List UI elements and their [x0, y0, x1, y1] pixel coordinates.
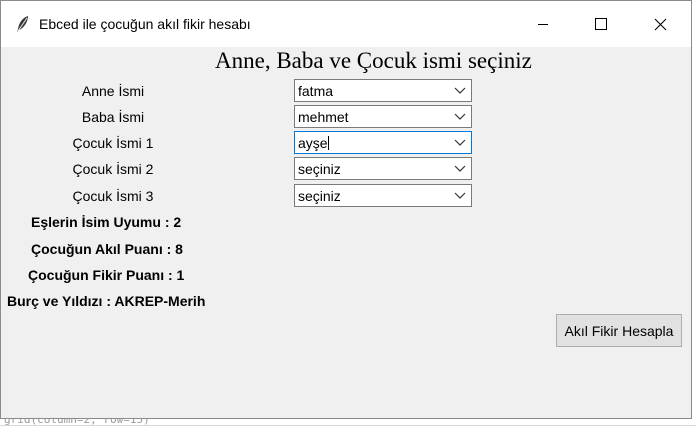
result-akil-puani: Çocuğun Akıl Puanı : 8 — [31, 241, 183, 257]
maximize-icon — [595, 18, 607, 30]
cocuk-ismi-2-combobox[interactable]: seçiniz — [294, 157, 472, 180]
label-baba-ismi: Baba İsmi — [81, 109, 145, 125]
anne-ismi-value: fatma — [298, 83, 334, 99]
cocuk-ismi-3-value: seçiniz — [298, 188, 341, 204]
maximize-button[interactable] — [572, 1, 630, 47]
title-bar[interactable]: Ebced ile çocuğun akıl fikir hesabı — [1, 1, 691, 47]
baba-ismi-combobox[interactable]: mehmet — [294, 105, 472, 128]
cocuk-ismi-3-combobox[interactable]: seçiniz — [294, 184, 472, 207]
page-heading: Anne, Baba ve Çocuk ismi seçiniz — [215, 48, 532, 73]
chevron-down-icon[interactable] — [454, 86, 466, 95]
cocuk-ismi-1-value: ayşe — [298, 135, 329, 151]
akil-fikir-hesapla-button[interactable]: Akıl Fikir Hesapla — [556, 314, 682, 347]
label-cocuk-ismi-3: Çocuk İsmi 3 — [72, 188, 154, 204]
result-isim-uyumu: Eşlerin İsim Uyumu : 2 — [31, 214, 182, 230]
result-fikir-puani: Çocuğun Fikir Puanı : 1 — [28, 267, 185, 283]
cocuk-ismi-1-combobox[interactable]: ayşe — [294, 131, 472, 154]
chevron-down-icon[interactable] — [454, 191, 466, 200]
anne-ismi-combobox[interactable]: fatma — [294, 79, 472, 102]
text-cursor — [327, 136, 329, 150]
cocuk-ismi-2-value: seçiniz — [298, 161, 341, 177]
window-title: Ebced ile çocuğun akıl fikir hesabı — [39, 16, 251, 32]
label-cocuk-ismi-1: Çocuk İsmi 1 — [72, 135, 154, 151]
minimize-button[interactable] — [514, 1, 572, 47]
chevron-down-icon[interactable] — [454, 138, 466, 147]
chevron-down-icon[interactable] — [454, 164, 466, 173]
minimize-icon — [538, 24, 548, 25]
label-cocuk-ismi-2: Çocuk İsmi 2 — [72, 161, 154, 177]
feather-icon — [17, 16, 28, 32]
chevron-down-icon[interactable] — [454, 112, 466, 121]
close-button[interactable] — [631, 1, 689, 47]
close-icon — [654, 18, 666, 30]
label-anne-ismi: Anne İsmi — [81, 83, 145, 99]
app-window: Ebced ile çocuğun akıl fikir hesabı Anne… — [0, 0, 692, 419]
result-burc-yildiz: Burç ve Yıldızı : AKREP-Merih — [7, 293, 206, 309]
baba-ismi-value: mehmet — [298, 109, 349, 125]
